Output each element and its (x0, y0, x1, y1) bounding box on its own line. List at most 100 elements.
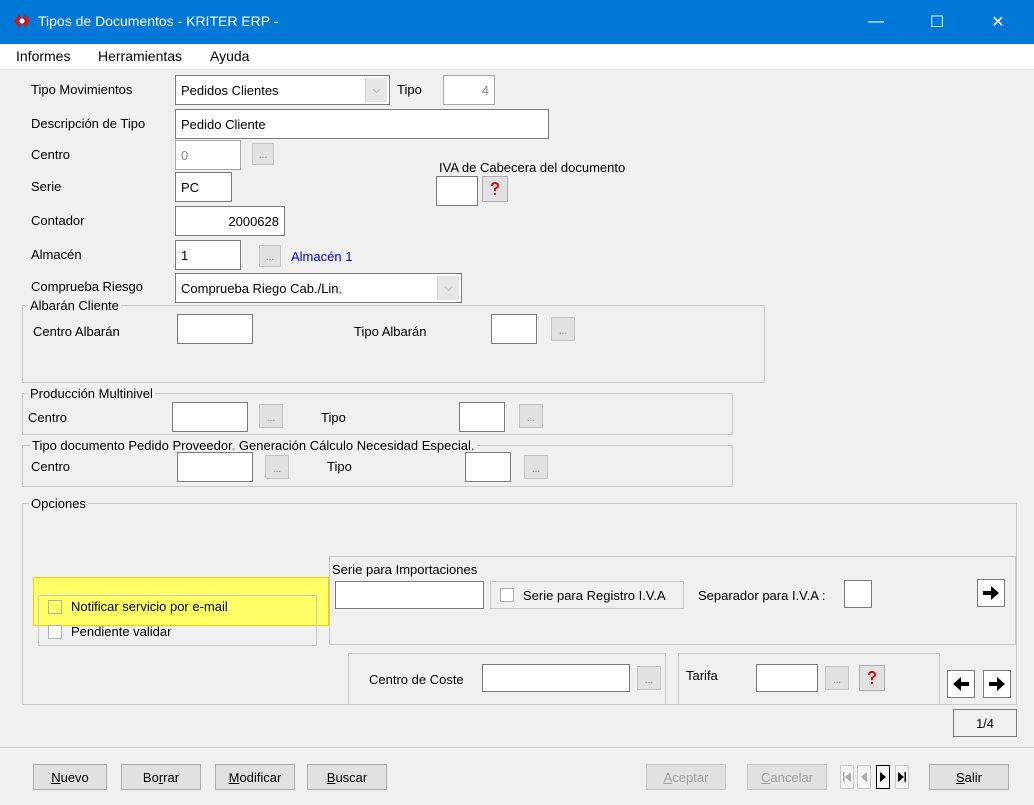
question-mark-icon (491, 182, 499, 195)
centro-coste-field[interactable] (482, 664, 630, 692)
bottom-divider (0, 747, 1034, 748)
nuevo-button[interactable]: Nuevo (33, 764, 107, 790)
tarifa-lookup-button[interactable]: ... (825, 666, 849, 690)
chevron-down-icon[interactable]: ⌵ (365, 78, 387, 102)
produccion-tipo-field[interactable] (459, 402, 505, 432)
centro-label: Centro (31, 147, 71, 162)
buscar-button[interactable]: Buscar (307, 764, 387, 790)
centro-coste-label: Centro de Coste (369, 672, 464, 687)
tarifa-label: Tarifa (686, 668, 718, 683)
next-options-button[interactable] (977, 579, 1005, 607)
menu-herramientas[interactable]: Herramientas (98, 48, 182, 64)
tipo-albaran-field[interactable] (491, 314, 537, 344)
albaran-cliente-title: Albarán Cliente (28, 298, 121, 313)
next-record-button[interactable] (876, 765, 890, 789)
serie-registro-checkbox[interactable] (500, 588, 514, 602)
contador-field[interactable]: 2000628 (175, 206, 285, 236)
question-mark-icon (868, 671, 876, 684)
arrow-left-icon (953, 677, 969, 691)
centro-field[interactable]: 0 (175, 140, 241, 170)
centro-lookup-button[interactable]: ... (252, 143, 274, 165)
modificar-button[interactable]: Modificar (215, 764, 295, 790)
next-page-button[interactable] (983, 670, 1011, 698)
produccion-centro-label: Centro (28, 410, 68, 425)
almacen-label: Almacén (31, 247, 82, 262)
first-record-icon (843, 772, 851, 782)
chevron-down-icon[interactable]: ⌵ (437, 276, 459, 300)
pedido-proveedor-tipo-field[interactable] (465, 452, 511, 482)
notificar-checkbox[interactable] (48, 600, 62, 614)
cancelar-button[interactable]: Cancelar (747, 764, 827, 790)
window-title: Tipos de Documentos - KRITER ERP - (38, 13, 279, 29)
salir-button[interactable]: Salir (929, 764, 1009, 790)
separador-iva-field[interactable] (844, 580, 872, 608)
tipo-movimientos-label: Tipo Movimientos (31, 82, 133, 97)
descripcion-label: Descripción de Tipo (31, 116, 146, 131)
almacen-field[interactable]: 1 (175, 240, 241, 270)
comprueba-riesgo-label: Comprueba Riesgo (31, 279, 144, 294)
maximize-button[interactable]: ☐ (914, 0, 960, 44)
pedido-proveedor-centro-field[interactable] (177, 452, 253, 482)
pendiente-validar-checkbox[interactable] (48, 625, 62, 639)
aceptar-button[interactable]: Aceptar (646, 764, 726, 790)
opciones-title: Opciones (29, 496, 88, 511)
borrar-button[interactable]: Bo r rar (121, 764, 201, 790)
pedido-proveedor-centro-lookup-button[interactable]: ... (265, 455, 289, 479)
albaran-cliente-group (22, 305, 765, 383)
serie-label: Serie (31, 179, 62, 194)
produccion-tipo-label: Tipo (321, 410, 346, 425)
menu-ayuda[interactable]: Ayuda (210, 48, 249, 64)
tipo-movimientos-value: Pedidos Clientes (181, 82, 279, 98)
produccion-centro-lookup-button[interactable]: ... (259, 404, 283, 428)
centro-coste-lookup-button[interactable]: ... (637, 666, 661, 690)
close-button[interactable]: ✕ (975, 0, 1021, 44)
pedido-proveedor-centro-label: Centro (31, 459, 71, 474)
last-record-button[interactable] (895, 765, 909, 789)
menu-bar: Informes Herramientas Ayuda (0, 44, 1034, 70)
kriter-app-icon (14, 14, 30, 28)
page-indicator: 1/4 (953, 709, 1017, 737)
separador-iva-label: Separador para I.V.A : (698, 588, 826, 603)
tipo-label: Tipo (397, 82, 422, 97)
title-bar: Tipos de Documentos - KRITER ERP - — ☐ ✕ (0, 0, 1034, 44)
arrow-right-icon (989, 677, 1005, 691)
previous-page-button[interactable] (947, 670, 975, 698)
serie-importaciones-label: Serie para Importaciones (332, 562, 478, 577)
tipo-movimientos-select[interactable]: Pedidos Clientes ⌵ (175, 75, 390, 105)
tarifa-help-button[interactable] (859, 665, 885, 691)
iva-cabecera-field[interactable] (436, 176, 478, 206)
first-record-button[interactable] (840, 765, 854, 789)
centro-albaran-label: Centro Albarán (33, 324, 120, 339)
pendiente-validar-label: Pendiente validar (71, 624, 172, 639)
pedido-proveedor-title: Tipo documento Pedido Proveedor. Generac… (30, 438, 477, 453)
iva-cabecera-label: IVA de Cabecera del documento (439, 160, 626, 175)
previous-record-button[interactable] (857, 765, 871, 789)
comprueba-riesgo-select[interactable]: Comprueba Riego Cab./Lin. ⌵ (175, 273, 462, 303)
serie-field[interactable]: PC (175, 172, 232, 202)
menu-informes[interactable]: Informes (16, 48, 70, 64)
tipo-albaran-lookup-button[interactable]: ... (551, 317, 575, 341)
almacen-name: Almacén 1 (291, 249, 353, 264)
last-record-icon (898, 772, 906, 782)
produccion-multinivel-title: Producción Multinivel (28, 386, 155, 401)
iva-help-button[interactable] (482, 176, 508, 202)
descripcion-field[interactable]: Pedido Cliente (175, 109, 549, 139)
contador-label: Contador (31, 213, 85, 228)
minimize-button[interactable]: — (853, 0, 899, 44)
serie-importaciones-field[interactable] (335, 581, 484, 609)
notificar-label: Notificar servicio por e-mail (71, 599, 228, 614)
pedido-proveedor-tipo-label: Tipo (327, 459, 352, 474)
pedido-proveedor-tipo-lookup-button[interactable]: ... (524, 455, 548, 479)
produccion-centro-field[interactable] (172, 402, 248, 432)
tarifa-field[interactable] (756, 664, 818, 692)
arrow-right-icon (983, 586, 999, 600)
produccion-tipo-lookup-button[interactable]: ... (519, 404, 543, 428)
tipo-albaran-label: Tipo Albarán (354, 324, 427, 339)
previous-record-icon (861, 772, 867, 782)
serie-registro-label: Serie para Registro I.V.A (523, 588, 666, 603)
almacen-lookup-button[interactable]: ... (259, 245, 281, 267)
next-record-icon (880, 772, 886, 782)
centro-albaran-field[interactable] (177, 314, 253, 344)
tipo-field[interactable]: 4 (443, 75, 495, 105)
comprueba-riesgo-value: Comprueba Riego Cab./Lin. (181, 280, 343, 296)
